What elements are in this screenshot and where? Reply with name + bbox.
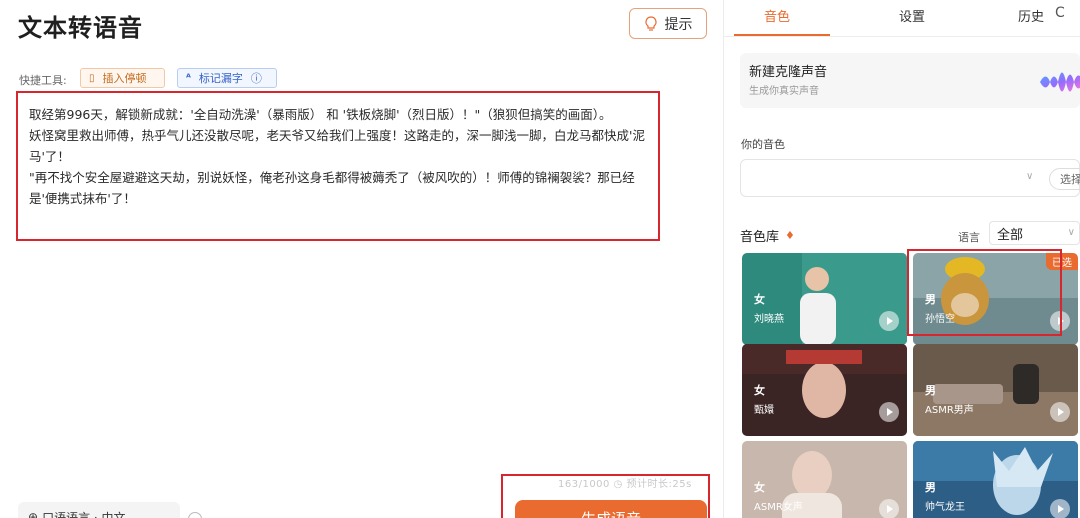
voice-gender: 女 — [754, 293, 765, 306]
voice-card-image — [913, 344, 1078, 436]
spoken-language-button[interactable]: ⊕ 口语语言 · 中文 — [18, 502, 180, 518]
diamond-icon: ♦ — [785, 229, 795, 242]
globe-icon: ⊕ — [28, 510, 39, 518]
voice-card[interactable]: 男 孙悟空 已选 — [913, 253, 1078, 345]
voice-gender: 女 — [754, 384, 765, 397]
voice-tabs: 音色 设置 历史 C — [724, 0, 1080, 37]
voice-gender: 男 — [925, 293, 936, 306]
mark-polyphone-label: 标记漏字 — [198, 72, 243, 85]
hint-button[interactable]: 提示 — [629, 8, 707, 39]
refresh-icon[interactable]: C — [1055, 5, 1065, 21]
voice-card[interactable]: 女 甄嬛 — [742, 344, 907, 436]
language-label: 语言 — [958, 231, 980, 244]
my-voice-select[interactable]: ∨ 选择 — [740, 159, 1080, 197]
spoken-language-label: 口语语言 · 中文 — [42, 510, 126, 518]
insert-pause-button[interactable]: ▯ 插入停顿 — [80, 68, 165, 88]
chevron-down-icon: ∨ — [1067, 227, 1075, 238]
tabs-divider — [724, 36, 1080, 37]
voice-card[interactable]: 女 ASMR女声 — [742, 441, 907, 518]
tab-voice[interactable]: 音色 — [764, 6, 790, 25]
pinyin-icon: ᴬ — [186, 72, 191, 84]
mark-polyphone-button[interactable]: ᴬ 标记漏字 ⓘ — [177, 68, 277, 88]
language-filter-select[interactable]: 全部 ∨ — [989, 221, 1080, 245]
my-voice-label: 你的音色 — [741, 138, 785, 151]
voice-gender: 男 — [925, 481, 936, 494]
play-icon[interactable] — [879, 311, 899, 331]
play-icon[interactable] — [1050, 402, 1070, 422]
character-counter: 163/1000 ◷ 预计时长:25s — [558, 479, 692, 490]
voice-name: ASMR男声 — [925, 405, 974, 416]
play-icon[interactable] — [879, 402, 899, 422]
voice-name: 甄嬛 — [754, 405, 774, 416]
tts-editor-panel: 文本转语音 提示 快捷工具: ▯ 插入停顿 ᴬ 标记漏字 ⓘ 取经第996天，解… — [0, 0, 723, 518]
clone-voice-subtitle: 生成你真实声音 — [749, 86, 819, 97]
clone-voice-title: 新建克隆声音 — [749, 65, 828, 80]
voice-card[interactable]: 女 刘晓燕 — [742, 253, 907, 345]
info-circle-icon[interactable] — [188, 512, 202, 518]
script-paragraph: 妖怪窝里救出师傅，热乎气儿还没散尽呢，老天爷又给我们上强度！这路走的，深一脚浅一… — [29, 128, 645, 164]
select-voice-button[interactable]: 选择 — [1049, 168, 1080, 190]
voice-card-image — [742, 344, 907, 436]
voice-name: 刘晓燕 — [754, 314, 784, 325]
pause-icon: ▯ — [89, 72, 95, 84]
voice-name: 孙悟空 — [925, 314, 955, 325]
voice-card-image — [742, 253, 907, 345]
voice-library-title: 音色库 ♦ — [740, 229, 795, 245]
generate-voice-button[interactable]: 生成语音 — [515, 500, 707, 518]
voice-card[interactable]: 男 帅气龙王 — [913, 441, 1078, 518]
hint-button-label: 提示 — [664, 16, 693, 33]
insert-pause-label: 插入停顿 — [102, 72, 147, 85]
script-paragraph: 取经第996天，解锁新成就：'全自动洗澡'（暴雨版） 和 '铁板烧脚'（烈日版）… — [29, 107, 612, 122]
help-icon[interactable]: ⓘ — [251, 70, 262, 86]
play-icon[interactable] — [1050, 311, 1070, 331]
selected-badge: 已选 — [1046, 253, 1078, 270]
soundwave-icon — [1040, 72, 1080, 92]
play-icon[interactable] — [879, 499, 899, 518]
voice-panel: 音色 设置 历史 C 新建克隆声音 生成你真实声音 你的音色 ∨ 选择 音色库 … — [724, 0, 1080, 518]
script-text-area[interactable]: 取经第996天，解锁新成就：'全自动洗澡'（暴雨版） 和 '铁板烧脚'（烈日版）… — [18, 96, 658, 238]
page-title: 文本转语音 — [18, 14, 143, 42]
tab-settings[interactable]: 设置 — [899, 6, 925, 25]
play-icon[interactable] — [1050, 499, 1070, 518]
tab-history[interactable]: 历史 — [1018, 6, 1044, 25]
voice-gender: 男 — [925, 384, 936, 397]
quick-tools-label: 快捷工具: — [19, 74, 67, 87]
voice-name: ASMR女声 — [754, 502, 803, 513]
clone-voice-card[interactable]: 新建克隆声音 生成你真实声音 — [740, 53, 1080, 108]
script-paragraph: "再不找个安全屋避避这天劫，别说妖怪，俺老孙这身毛都得被薅秃了（被风吹的）！师傅… — [29, 170, 635, 206]
voice-name: 帅气龙王 — [925, 502, 965, 513]
voice-card[interactable]: 男 ASMR男声 — [913, 344, 1078, 436]
clock-icon: ◷ — [613, 479, 623, 490]
voice-gender: 女 — [754, 481, 765, 494]
lightbulb-icon — [644, 15, 657, 31]
chevron-down-icon: ∨ — [1026, 171, 1034, 182]
